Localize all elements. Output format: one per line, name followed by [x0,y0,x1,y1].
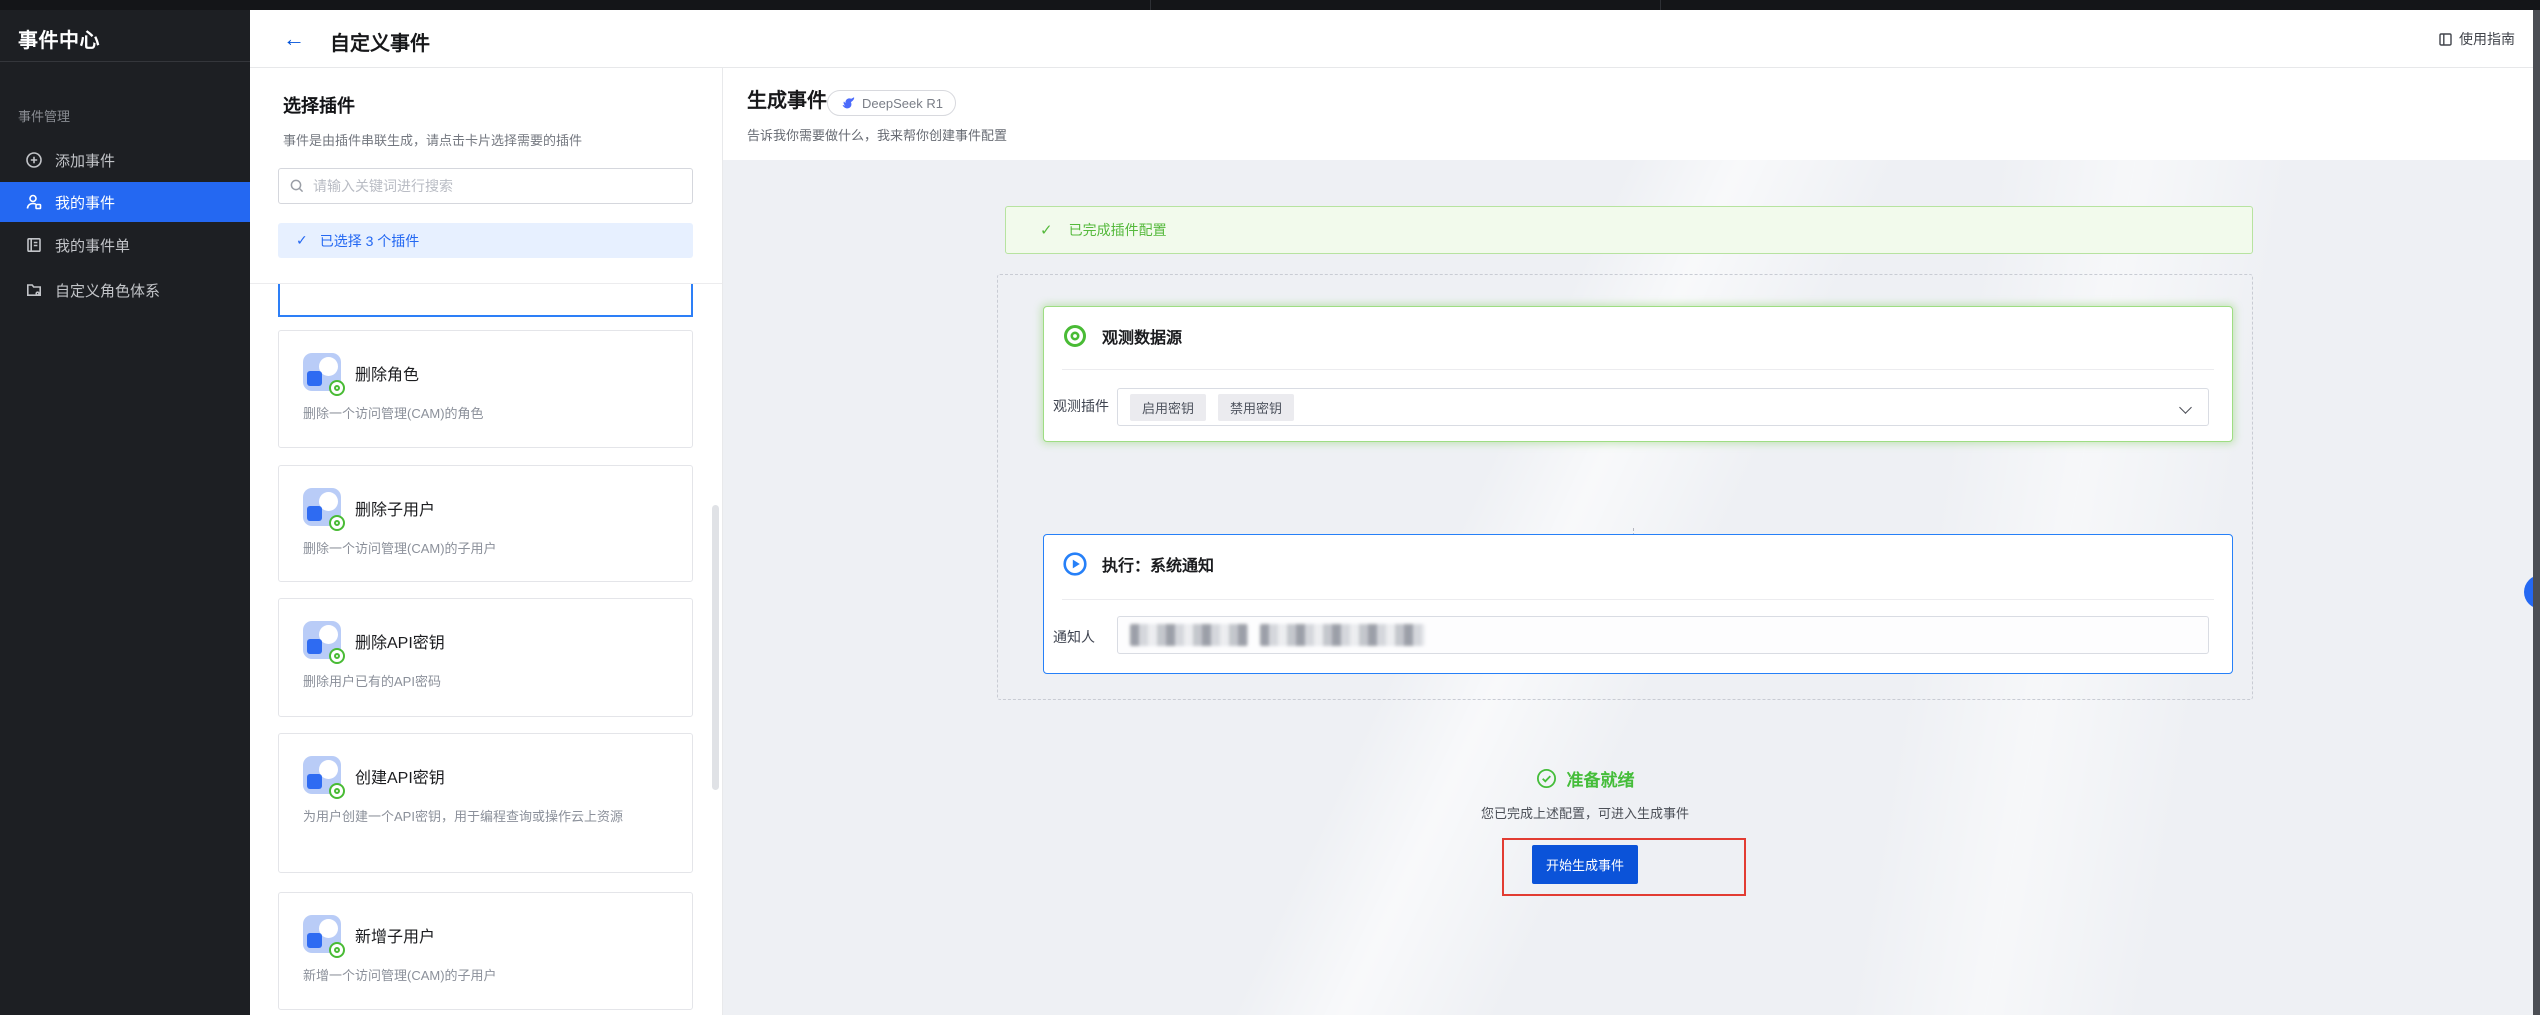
sidebar: 事件中心 事件管理 添加事件 我的事件 我的事件单 自定义角色体系 [0,10,250,1015]
notify-person-field[interactable] [1117,616,2209,654]
window-scrollbar[interactable] [2533,10,2540,1015]
plugin-card-description: 删除一个访问管理(CAM)的子用户 [303,541,497,556]
observe-datasource-card[interactable]: 观测数据源 观测插件 启用密钥 禁用密钥 [1043,306,2233,442]
panel-description: 事件是由插件串联生成，请点击卡片选择需要的插件 [283,133,583,148]
chevron-down-icon[interactable] [2179,401,2192,414]
panel-scrollbar-thumb[interactable] [712,505,719,790]
tab-separator [1150,0,1151,10]
plugin-card-title: 创建API密钥 [355,770,445,787]
plugin-card-create-api-key[interactable]: 创建API密钥 为用户创建一个API密钥，用于编程查询或操作云上资源 [278,733,693,873]
selected-count-banner: ✓ 已选择 3 个插件 [278,223,693,258]
plugins-configured-label: 已完成插件配置 [1068,222,1167,238]
plugin-card-delete-api-key[interactable]: 删除API密钥 删除用户已有的API密码 [278,598,693,717]
generate-event-canvas: 生成事件 DeepSeek R1 告诉我你需要做什么，我来帮你创建事件配置 ✓ … [723,68,2540,1015]
check-icon: ✓ [296,232,308,248]
selected-plugin-card-partial[interactable] [278,284,693,317]
section-subtitle: 告诉我你需要做什么，我来帮你创建事件配置 [747,128,1008,143]
play-circle-icon [1062,551,1088,577]
model-badge-label: DeepSeek R1 [862,95,943,111]
sidebar-item-my-events[interactable]: 我的事件 [0,182,250,222]
observe-badge-icon [329,380,345,396]
page-header: ← 自定义事件 使用指南 [250,10,2540,68]
plugin-icon [303,915,345,958]
sidebar-item-label: 添加事件 [55,152,116,170]
page-title: 自定义事件 [330,33,430,55]
redacted-recipient-tag [1130,624,1248,646]
sidebar-item-custom-roles[interactable]: 自定义角色体系 [0,270,250,310]
notify-person-label: 通知人 [1053,629,1095,645]
usage-guide-label: 使用指南 [2459,31,2515,47]
start-generate-button[interactable]: 开始生成事件 [1532,845,1638,884]
plugin-icon [303,756,345,799]
app-title: 事件中心 [18,30,100,52]
plugin-tag: 禁用密钥 [1218,393,1295,421]
plugin-search[interactable] [278,168,693,204]
sidebar-item-label: 自定义角色体系 [55,282,161,300]
plugins-configured-banner: ✓ 已完成插件配置 [1005,206,2253,254]
custom-roles-icon [25,281,43,299]
plugin-card-description: 新增一个访问管理(CAM)的子用户 [303,968,497,983]
book-icon [2438,32,2453,47]
plugin-card-description: 删除一个访问管理(CAM)的角色 [303,406,484,421]
execute-notification-card[interactable]: 执行：系统通知 通知人 [1043,534,2233,674]
plugin-card-description: 删除用户已有的API密码 [303,674,441,689]
search-input[interactable] [313,178,682,194]
check-icon: ✓ [1040,222,1053,239]
back-button[interactable]: ← [283,24,305,54]
card-divider [1062,369,2214,370]
check-circle-icon [1536,768,1557,789]
plugin-icon [303,488,345,531]
model-badge: DeepSeek R1 [827,90,956,116]
observe-badge-icon [329,515,345,531]
generate-event-header: 生成事件 DeepSeek R1 告诉我你需要做什么，我来帮你创建事件配置 [723,68,2540,160]
plugin-card-add-subuser[interactable]: 新增子用户 新增一个访问管理(CAM)的子用户 [278,892,693,1010]
browser-tab-strip [0,0,2540,10]
plugin-card-title: 删除子用户 [355,502,436,519]
event-tickets-icon [25,236,43,254]
plugin-selection-panel: 选择插件 事件是由插件串联生成，请点击卡片选择需要的插件 ✓ 已选择 3 个插件… [250,68,723,1015]
observe-badge-icon [329,783,345,799]
observe-badge-icon [329,942,345,958]
sidebar-item-label: 我的事件 [55,194,116,212]
sidebar-divider [0,61,250,62]
plugin-icon [303,353,345,396]
my-events-icon [25,193,43,211]
plugin-tag: 启用密钥 [1130,393,1207,421]
execute-card-title: 执行：系统通知 [1102,558,1215,575]
sidebar-section-label: 事件管理 [18,109,71,124]
usage-guide-link[interactable]: 使用指南 [2438,29,2515,49]
plugin-card-title: 删除角色 [355,367,420,384]
plugin-card-description: 为用户创建一个API密钥，用于编程查询或操作云上资源 [303,809,623,824]
ready-section: 准备就绪 您已完成上述配置，可进入生成事件 开始生成事件 [1323,766,1847,884]
observe-badge-icon [329,648,345,664]
card-divider [1062,599,2214,600]
plugin-card-delete-subuser[interactable]: 删除子用户 删除一个访问管理(CAM)的子用户 [278,465,693,582]
selected-count-label: 已选择 3 个插件 [319,232,420,249]
section-title: 生成事件 [747,90,827,112]
sidebar-item-label: 我的事件单 [55,237,131,255]
search-icon [289,178,305,194]
event-center-app: 事件中心 事件管理 添加事件 我的事件 我的事件单 自定义角色体系 ← 自定义事… [0,0,2540,1015]
sidebar-item-my-event-tickets[interactable]: 我的事件单 [0,225,250,265]
deepseek-whale-icon [840,95,856,111]
ready-subtitle: 您已完成上述配置，可进入生成事件 [1480,806,1689,821]
panel-title: 选择插件 [283,96,355,116]
plugin-card-delete-role[interactable]: 删除角色 删除一个访问管理(CAM)的角色 [278,330,693,448]
observe-card-title: 观测数据源 [1102,330,1183,347]
plugin-card-title: 删除API密钥 [355,635,445,652]
plugin-icon [303,621,345,664]
ready-title: 准备就绪 [1566,770,1635,790]
observe-plugin-label: 观测插件 [1053,398,1109,414]
observe-eye-icon [1062,323,1088,349]
sidebar-item-add-event[interactable]: 添加事件 [0,140,250,180]
event-flow-container: 观测数据源 观测插件 启用密钥 禁用密钥 执行：系统通知 通知人 [997,274,2253,700]
redacted-recipient-tag [1260,624,1425,646]
add-event-icon [25,151,43,169]
plugin-card-title: 新增子用户 [355,929,436,946]
tab-separator [1660,0,1661,10]
observe-plugin-select[interactable]: 启用密钥 禁用密钥 [1117,388,2209,426]
